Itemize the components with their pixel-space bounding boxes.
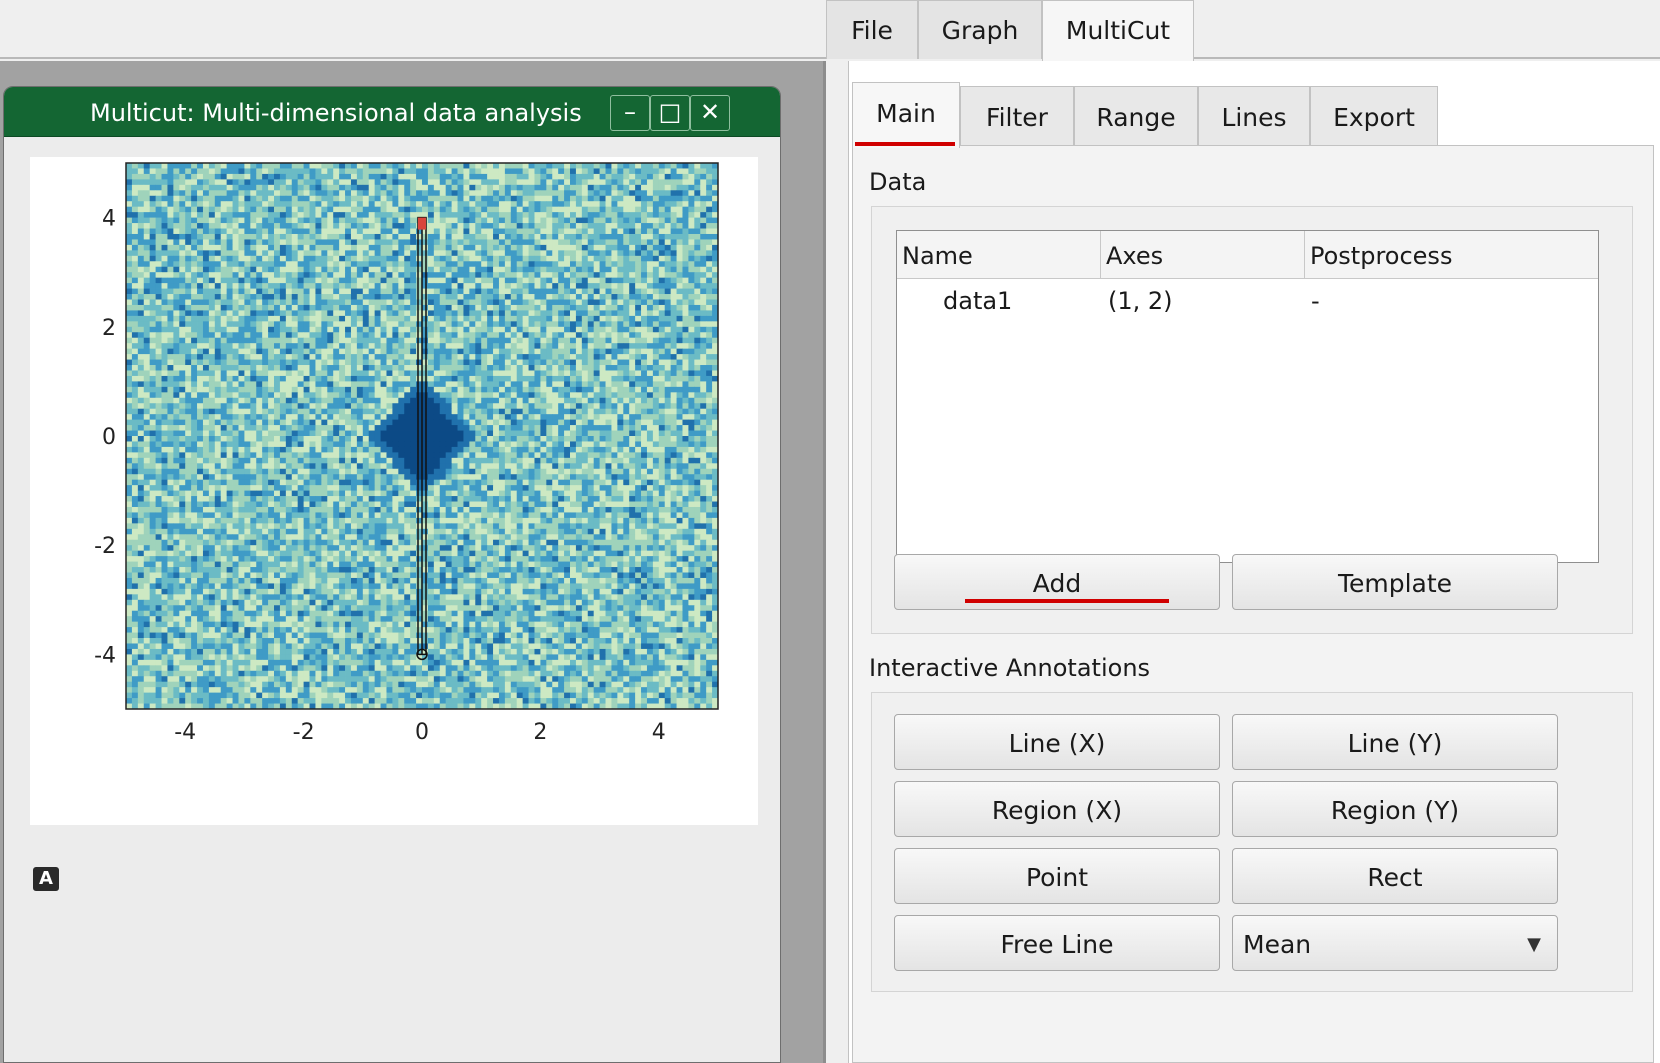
data-table[interactable]: Name Axes Postprocess data1 (1, 2) - [896,230,1599,563]
column-header-axes[interactable]: Axes [1101,231,1305,279]
x-tick-label: 4 [652,720,666,745]
subtab-range[interactable]: Range [1074,86,1198,146]
y-tick-label: -2 [94,534,116,559]
add-button-label: Add [1032,569,1082,598]
active-tab-underline [855,142,955,146]
point-button[interactable]: Point [894,848,1220,904]
free-line-button[interactable]: Free Line [894,915,1220,971]
sub-tab-bar: Main Filter Range Lines Export [852,82,1660,148]
dock-panel: File Graph MultiCut Main Filter Range Li… [826,0,1660,1063]
subtab-export[interactable]: Export [1310,86,1438,146]
minimize-icon[interactable]: – [610,95,650,131]
chevron-down-icon: ▼ [1527,934,1541,955]
x-tick-label: -4 [174,720,196,745]
y-tick-label: -4 [94,643,116,668]
subtab-lines[interactable]: Lines [1198,86,1310,146]
y-tick-label: 0 [102,425,116,450]
tab-multicut[interactable]: MultiCut [1042,0,1194,61]
x-tick-label: 2 [533,720,547,745]
data-group: Name Axes Postprocess data1 (1, 2) - Add… [871,206,1633,634]
subwindow-titlebar[interactable]: Multicut: Multi-dimensional data analysi… [4,87,780,137]
rect-button[interactable]: Rect [1232,848,1558,904]
close-icon[interactable]: ✕ [690,95,730,131]
subtab-filter[interactable]: Filter [960,86,1074,146]
line-x-button[interactable]: Line (X) [894,714,1220,770]
line-cut-annotation [416,216,428,661]
data-group-title: Data [869,168,927,196]
main-pane: Data Name Axes Postprocess data1 (1, 2) … [852,145,1654,1063]
workspace: Multicut: Multi-dimensional data analysi… [0,0,826,1063]
workspace-top-strip [0,0,826,59]
multicut-subwindow: Multicut: Multi-dimensional data analysi… [3,86,781,1063]
auto-range-button[interactable]: A [33,867,59,891]
x-tick-label: -2 [293,720,315,745]
column-header-name[interactable]: Name [897,231,1101,279]
maximize-icon[interactable]: □ [650,95,690,131]
add-button[interactable]: Add [894,554,1220,610]
subtab-main-label: Main [876,99,936,128]
table-header: Name Axes Postprocess [897,231,1598,279]
y-tick-label: 4 [102,207,116,232]
cell-postprocess: - [1311,287,1320,315]
heatmap-plot[interactable]: -4 -2 0 2 4 4 2 0 -2 -4 [30,157,758,825]
line-cut-start-handle[interactable] [418,217,426,230]
line-y-button[interactable]: Line (Y) [1232,714,1558,770]
region-x-button[interactable]: Region (X) [894,781,1220,837]
subtab-main[interactable]: Main [852,82,960,148]
annotations-group: Line (X) Line (Y) Region (X) Region (Y) … [871,692,1633,992]
subwindow-title: Multicut: Multi-dimensional data analysi… [90,99,582,127]
tab-graph[interactable]: Graph [918,0,1042,59]
region-y-button[interactable]: Region (Y) [1232,781,1558,837]
top-tab-bar: File Graph MultiCut [826,0,1660,61]
cell-axes: (1, 2) [1108,287,1173,315]
column-header-postprocess[interactable]: Postprocess [1305,231,1598,279]
template-button[interactable]: Template [1232,554,1558,610]
annotations-group-title: Interactive Annotations [869,654,1151,682]
cell-name: data1 [943,287,1013,315]
y-tick-label: 2 [102,316,116,341]
plot-area[interactable]: -4 -2 0 2 4 4 2 0 -2 -4 A [30,157,758,891]
aggregation-select[interactable]: Mean ▼ [1232,915,1558,971]
x-tick-label: 0 [415,720,429,745]
aggregation-value: Mean [1243,930,1312,959]
add-highlight-underline [965,599,1169,603]
tab-file[interactable]: File [826,0,918,59]
